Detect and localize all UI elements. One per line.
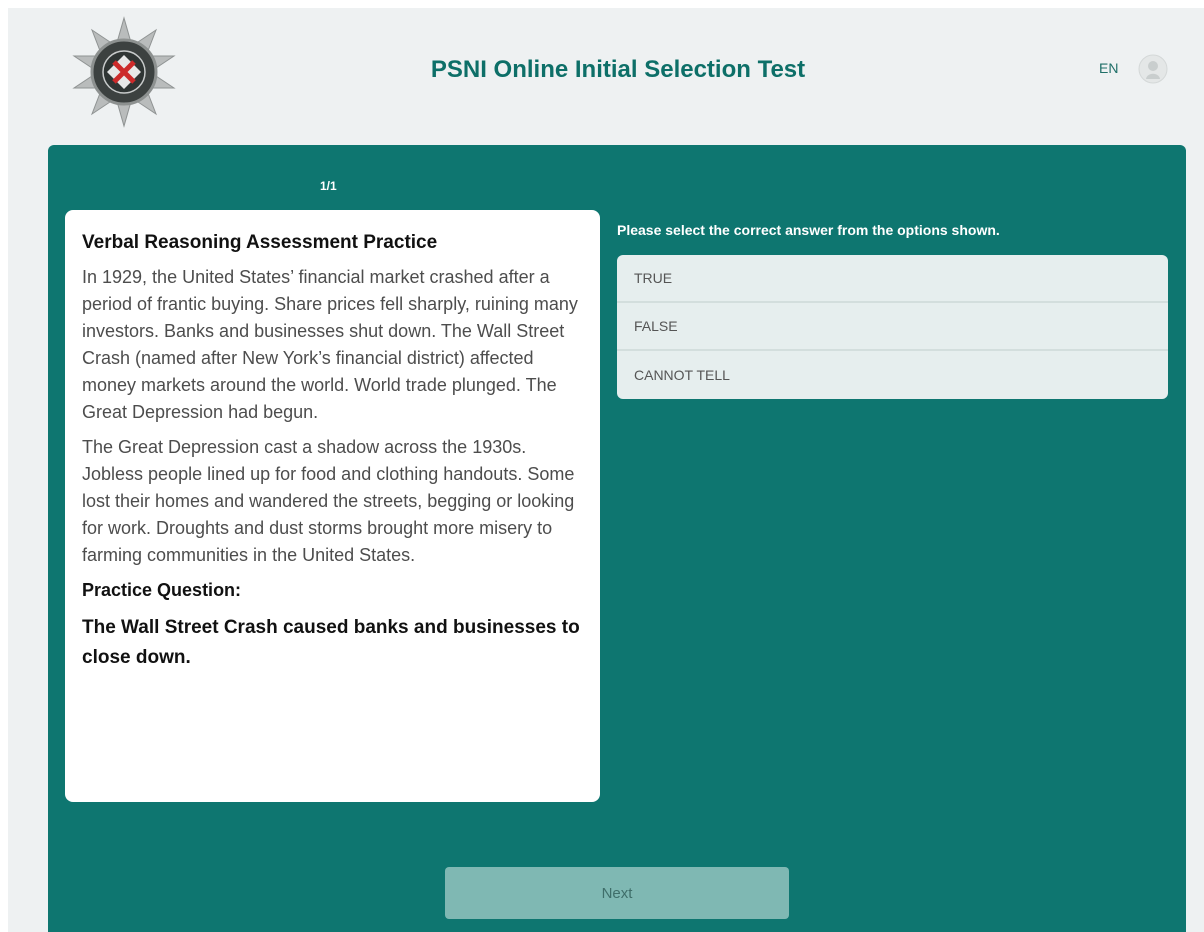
test-panel: 1/1 Verbal Reasoning Assessment Practice… (48, 145, 1186, 932)
practice-question-label: Practice Question: (82, 580, 242, 600)
passage-title: Verbal Reasoning Assessment Practice (82, 232, 438, 253)
passage-paragraph: The Great Depression cast a shadow acros… (82, 437, 575, 565)
passage-card: Verbal Reasoning Assessment Practice In … (65, 210, 600, 802)
user-avatar-icon[interactable] (1138, 54, 1168, 84)
passage-paragraph: In 1929, the United States’ financial ma… (82, 267, 578, 422)
option-false[interactable]: FALSE (617, 303, 1168, 351)
answer-instruction: Please select the correct answer from th… (617, 222, 1000, 238)
progress-indicator: 1/1 (320, 179, 337, 193)
option-true[interactable]: TRUE (617, 255, 1168, 303)
psni-crest-icon (68, 16, 180, 128)
page-title: PSNI Online Initial Selection Test (430, 56, 806, 83)
answer-options: TRUE FALSE CANNOT TELL (617, 255, 1168, 399)
page: PSNI Online Initial Selection Test EN 1/… (8, 8, 1204, 932)
option-cannot-tell[interactable]: CANNOT TELL (617, 351, 1168, 399)
header: PSNI Online Initial Selection Test EN (8, 8, 1204, 144)
next-button[interactable]: Next (445, 867, 789, 919)
language-selector[interactable]: EN (1099, 60, 1118, 76)
practice-question-text: The Wall Street Crash caused banks and b… (82, 617, 580, 668)
